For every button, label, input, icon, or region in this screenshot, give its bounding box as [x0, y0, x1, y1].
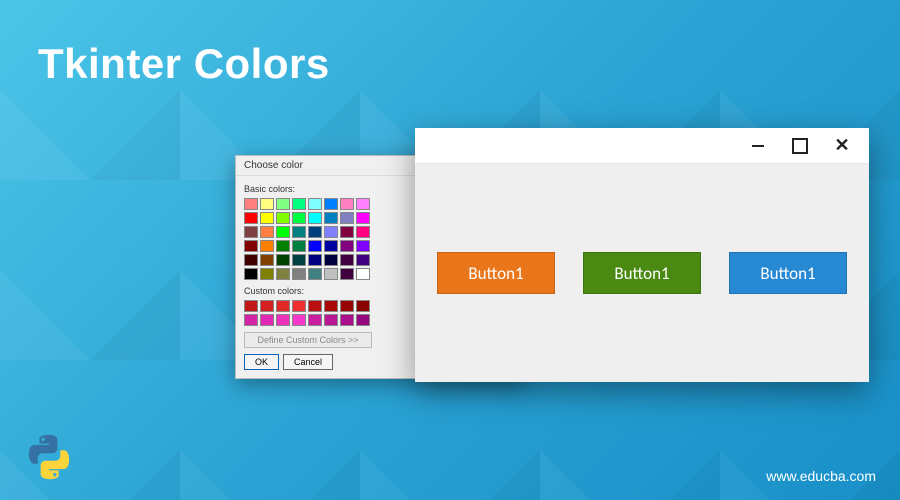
color-swatch[interactable]	[340, 254, 354, 266]
color-swatch[interactable]	[292, 198, 306, 210]
color-swatch[interactable]	[292, 240, 306, 252]
color-swatch[interactable]	[308, 198, 322, 210]
color-swatch[interactable]	[244, 212, 258, 224]
color-swatch[interactable]	[340, 198, 354, 210]
custom-color-swatch[interactable]	[292, 314, 306, 326]
custom-color-swatch[interactable]	[340, 300, 354, 312]
maximize-icon[interactable]	[779, 131, 821, 161]
color-swatch[interactable]	[356, 240, 370, 252]
custom-color-swatch[interactable]	[308, 300, 322, 312]
color-swatch[interactable]	[276, 198, 290, 210]
site-url: www.educba.com	[766, 468, 876, 484]
custom-color-swatch[interactable]	[260, 300, 274, 312]
color-swatch[interactable]	[324, 198, 338, 210]
color-swatch[interactable]	[356, 198, 370, 210]
color-swatch[interactable]	[276, 212, 290, 224]
color-swatch[interactable]	[324, 226, 338, 238]
cancel-button[interactable]: Cancel	[283, 354, 333, 370]
color-swatch[interactable]	[260, 268, 274, 280]
custom-color-swatch[interactable]	[340, 314, 354, 326]
define-custom-colors-button[interactable]: Define Custom Colors >>	[244, 332, 372, 348]
custom-color-swatch[interactable]	[292, 300, 306, 312]
color-swatch[interactable]	[292, 268, 306, 280]
color-swatch[interactable]	[260, 226, 274, 238]
color-swatch[interactable]	[244, 268, 258, 280]
tkinter-window: ✕ Button1 Button1 Button1	[415, 128, 869, 382]
color-swatch[interactable]	[356, 226, 370, 238]
color-swatch[interactable]	[292, 212, 306, 224]
custom-color-swatch[interactable]	[356, 314, 370, 326]
color-swatch[interactable]	[244, 254, 258, 266]
python-logo-icon	[26, 434, 72, 480]
custom-color-swatch[interactable]	[260, 314, 274, 326]
color-swatch[interactable]	[356, 212, 370, 224]
color-swatch[interactable]	[340, 240, 354, 252]
color-swatch[interactable]	[308, 226, 322, 238]
custom-color-swatch[interactable]	[308, 314, 322, 326]
color-swatch[interactable]	[260, 254, 274, 266]
color-swatch[interactable]	[308, 212, 322, 224]
color-swatch[interactable]	[244, 198, 258, 210]
minimize-icon[interactable]	[737, 131, 779, 161]
color-swatch[interactable]	[356, 268, 370, 280]
custom-color-swatch[interactable]	[356, 300, 370, 312]
custom-color-swatch[interactable]	[244, 314, 258, 326]
color-swatch[interactable]	[260, 240, 274, 252]
button-blue[interactable]: Button1	[729, 252, 847, 294]
ok-button[interactable]: OK	[244, 354, 279, 370]
custom-color-swatch[interactable]	[324, 314, 338, 326]
button-green[interactable]: Button1	[583, 252, 701, 294]
close-icon[interactable]: ✕	[821, 131, 863, 161]
custom-color-swatch[interactable]	[276, 300, 290, 312]
color-swatch[interactable]	[276, 268, 290, 280]
color-swatch[interactable]	[340, 268, 354, 280]
color-swatch[interactable]	[276, 226, 290, 238]
color-swatch[interactable]	[340, 212, 354, 224]
custom-color-swatch[interactable]	[276, 314, 290, 326]
color-swatch[interactable]	[308, 240, 322, 252]
color-swatch[interactable]	[276, 254, 290, 266]
button-orange[interactable]: Button1	[437, 252, 555, 294]
custom-color-swatch[interactable]	[324, 300, 338, 312]
color-swatch[interactable]	[292, 226, 306, 238]
color-swatch[interactable]	[244, 226, 258, 238]
page-title: Tkinter Colors	[38, 40, 330, 88]
custom-color-swatch[interactable]	[244, 300, 258, 312]
color-swatch[interactable]	[324, 240, 338, 252]
color-swatch[interactable]	[244, 240, 258, 252]
color-swatch[interactable]	[356, 254, 370, 266]
color-swatch[interactable]	[276, 240, 290, 252]
color-swatch[interactable]	[324, 254, 338, 266]
color-swatch[interactable]	[292, 254, 306, 266]
window-client-area: Button1 Button1 Button1	[415, 164, 869, 382]
color-swatch[interactable]	[340, 226, 354, 238]
color-swatch[interactable]	[260, 212, 274, 224]
color-swatch[interactable]	[260, 198, 274, 210]
color-swatch[interactable]	[324, 212, 338, 224]
color-swatch[interactable]	[308, 268, 322, 280]
window-titlebar: ✕	[415, 128, 869, 164]
color-swatch[interactable]	[324, 268, 338, 280]
color-swatch[interactable]	[308, 254, 322, 266]
